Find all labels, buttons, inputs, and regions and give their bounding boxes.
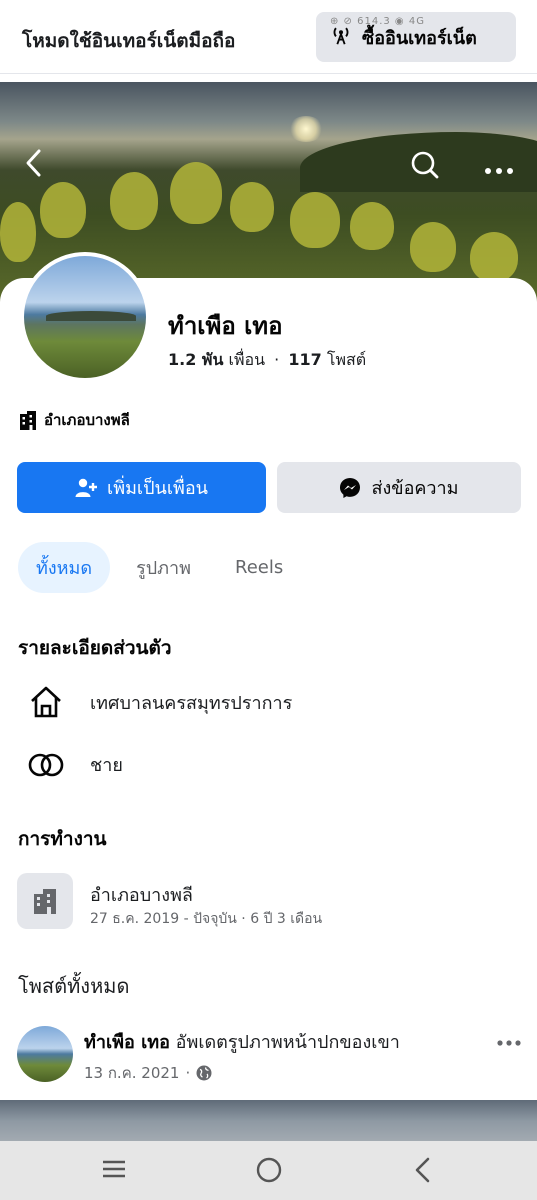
- post-date[interactable]: 13 ก.ค. 2021: [84, 1061, 179, 1085]
- cover-leaf: [0, 202, 36, 262]
- all-posts-title: โพสต์ทั้งหมด: [18, 974, 130, 998]
- tab-photos[interactable]: รูปภาพ: [118, 542, 209, 593]
- add-friend-button[interactable]: เพิ่มเป็นเพื่อน: [17, 462, 266, 513]
- location-text: อำเภอบางพลี: [44, 411, 130, 429]
- antenna-icon: [330, 24, 352, 50]
- profile-avatar[interactable]: [20, 252, 150, 382]
- profile-name: ทำเพือ เทอ: [168, 312, 283, 340]
- relationship-rings-icon: [26, 752, 66, 778]
- cover-leaf: [230, 182, 274, 232]
- more-horizontal-icon: [497, 1040, 521, 1046]
- profile-stats: 1.2 พัน เพื่อน · 117 โพสต์: [168, 348, 366, 373]
- work-title: การทำงาน: [18, 828, 107, 850]
- back-chevron-icon[interactable]: [412, 1155, 434, 1189]
- posts-label: โพสต์: [326, 350, 367, 369]
- cover-leaf: [410, 222, 456, 272]
- system-navigation-bar: [0, 1141, 537, 1200]
- post-cover-image[interactable]: [0, 1100, 537, 1142]
- friends-label[interactable]: เพื่อน: [229, 350, 266, 369]
- workplace-period: 27 ธ.ค. 2019 - ปัจจุบัน · 6 ปี 3 เดือน: [90, 911, 323, 927]
- cover-leaf: [110, 172, 158, 230]
- hometown-text: เทศบาลนครสมุทรปราการ: [90, 692, 293, 714]
- status-bar-overlay: ⊕ ⊘ 614.3 ◉ 4G: [330, 16, 425, 27]
- post-action-text: อัพเดตรูปภาพหน้าปกของเขา: [175, 1032, 400, 1053]
- profile-tabs: ทั้งหมด รูปภาพ Reels: [18, 542, 309, 593]
- posts-count: 117: [288, 350, 322, 369]
- building-icon: [18, 409, 38, 431]
- post-meta: 13 ก.ค. 2021 ·: [84, 1061, 212, 1085]
- detail-row-gender: ชาย: [26, 750, 123, 779]
- cover-leaf: [40, 182, 86, 238]
- post-meta-separator: ·: [185, 1064, 191, 1082]
- cover-leaf: [350, 202, 394, 250]
- back-button[interactable]: [24, 148, 42, 184]
- workplace-icon-box[interactable]: [17, 873, 73, 929]
- more-options-button[interactable]: [484, 154, 514, 184]
- post-author-name[interactable]: ทำเพือ เทอ: [84, 1032, 170, 1053]
- messenger-icon: [339, 477, 361, 499]
- cover-leaf: [170, 162, 222, 224]
- gender-text: ชาย: [90, 755, 123, 776]
- tab-all[interactable]: ทั้งหมด: [18, 542, 111, 593]
- building-icon: [31, 886, 59, 916]
- send-message-label: ส่งข้อความ: [371, 478, 459, 499]
- search-button[interactable]: [410, 150, 440, 186]
- chevron-left-icon: [26, 149, 41, 177]
- mobile-data-bar: โหมดใช้อินเทอร์เน็ตมือถือ ซื้ออินเทอร์เน…: [0, 0, 537, 74]
- more-horizontal-icon: [485, 168, 513, 174]
- add-friend-label: เพิ่มเป็นเพื่อน: [107, 478, 208, 499]
- profile-location: อำเภอบางพลี: [18, 408, 130, 432]
- post-author-avatar[interactable]: [17, 1026, 73, 1082]
- workplace-name[interactable]: อำเภอบางพลี: [90, 880, 193, 909]
- stats-separator: ·: [274, 350, 280, 369]
- cover-sun: [288, 116, 324, 142]
- post-header: ทำเพือ เทอ อัพเดตรูปภาพหน้าปกของเขา: [84, 1027, 400, 1056]
- home-icon: [26, 685, 66, 719]
- recent-apps-icon[interactable]: [100, 1155, 128, 1187]
- post-more-button[interactable]: [496, 1028, 522, 1053]
- add-person-icon: [75, 478, 98, 498]
- mobile-data-mode-text: โหมดใช้อินเทอร์เน็ตมือถือ: [22, 30, 236, 52]
- detail-row-hometown: เทศบาลนครสมุทรปราการ: [26, 685, 292, 719]
- search-icon: [411, 151, 439, 179]
- friends-count[interactable]: 1.2 พัน: [168, 350, 223, 369]
- personal-details-title: รายละเอียดส่วนตัว: [18, 637, 172, 659]
- cover-leaf: [290, 192, 340, 248]
- globe-icon: [196, 1065, 212, 1081]
- avatar-island: [46, 311, 136, 321]
- send-message-button[interactable]: ส่งข้อความ: [277, 462, 521, 513]
- cover-leaf: [470, 232, 518, 282]
- tab-reels[interactable]: Reels: [217, 542, 301, 593]
- home-circle-icon[interactable]: [254, 1155, 284, 1189]
